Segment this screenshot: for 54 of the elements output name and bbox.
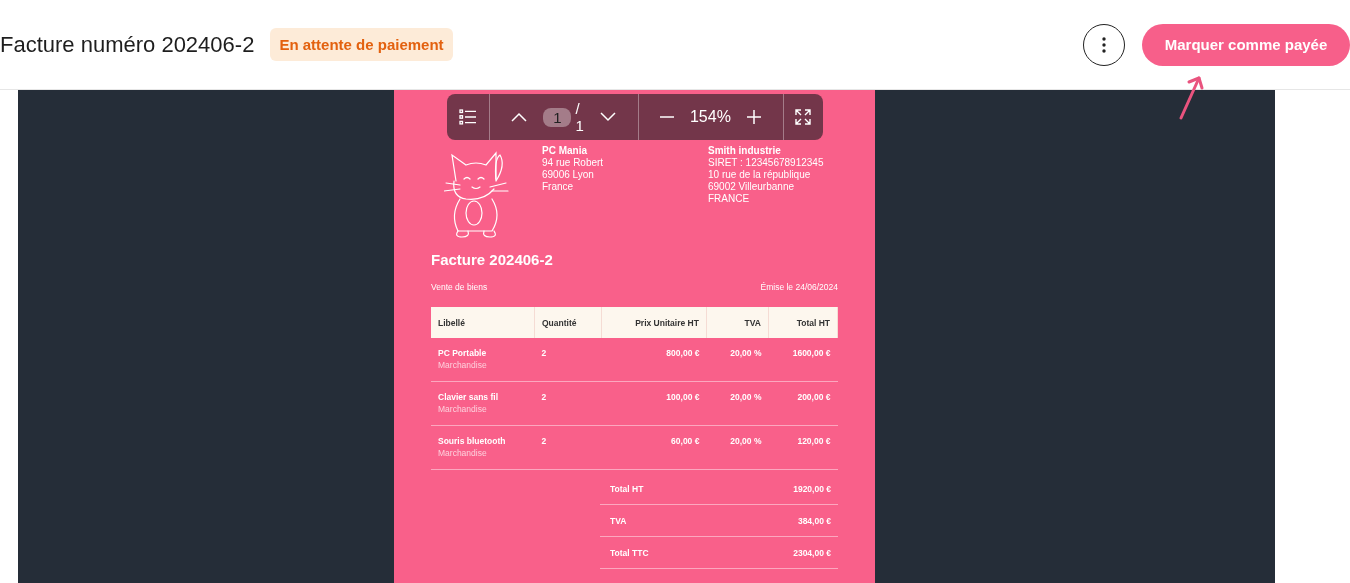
sender-address-line: 69006 Lyon (542, 169, 595, 181)
sender-address-line: 94 rue Robert (542, 157, 605, 169)
table-cell: 20,00 % (730, 348, 762, 358)
recipient-name: Smith industrie (708, 145, 782, 157)
table-cell: 200,00 € (797, 392, 831, 402)
column-header: Prix Unitaire HT (601, 307, 707, 338)
invoice-type: Vente de biens (431, 282, 488, 292)
table-cell: 800,00 € (666, 348, 700, 358)
item-name: Souris bluetooth (438, 436, 507, 446)
item-name: Clavier sans fil (438, 392, 499, 402)
sender-name: PC Mania (542, 145, 588, 157)
total-value: 384,00 € (797, 515, 831, 526)
mark-as-paid-button[interactable]: Marquer comme payée (1142, 23, 1350, 66)
page-total: / 1 (575, 100, 584, 134)
page-title: Facture numéro 202406-2 (0, 31, 255, 58)
table-cell: 1600,00 € (792, 348, 831, 358)
recipient-address-line: 69002 Villeurbanne (708, 181, 795, 193)
total-label: TVA (610, 515, 627, 526)
recipient-address-line: FRANCE (708, 193, 751, 205)
list-icon (459, 109, 477, 125)
recipient-address-line: 10 rue de la république (708, 169, 812, 181)
plus-icon (746, 110, 761, 124)
item-category: Marchandise (438, 448, 488, 458)
total-label: Total HT (610, 483, 644, 494)
total-value: 2304,00 € (793, 547, 831, 558)
column-header: Total HT (768, 307, 838, 338)
table-cell: 120,00 € (797, 436, 831, 446)
table-cell: 20,00 % (730, 392, 762, 402)
chevron-down-icon (599, 112, 616, 122)
table-cell: 20,00 % (730, 436, 762, 446)
recipient-address-line: SIRET : 12345678912345 (708, 157, 825, 169)
table-cell: 2 (541, 392, 547, 402)
table-cell: 2 (541, 436, 547, 446)
more-options-button[interactable] (1083, 23, 1125, 66)
total-label: Total TTC (610, 547, 649, 558)
column-header: Libellé (431, 307, 535, 338)
table-cell: 60,00 € (671, 436, 700, 446)
chevron-up-icon (511, 112, 528, 122)
column-header: TVA (706, 307, 769, 338)
column-header: Quantité (534, 307, 602, 338)
page-number-field[interactable]: 1 (543, 107, 572, 127)
item-name: PC Portable (438, 348, 488, 358)
item-category: Marchandise (438, 360, 488, 370)
item-category: Marchandise (438, 404, 488, 414)
table-cell: 100,00 € (666, 392, 700, 402)
table-cell: 2 (541, 348, 547, 358)
sender-address-line: France (542, 181, 575, 193)
total-value: 1920,00 € (793, 483, 831, 494)
invoice-title: Facture 202406-2 (431, 251, 554, 268)
issue-date: Émise le 24/06/2024 (760, 282, 838, 292)
vertical-dots-icon (1102, 36, 1106, 53)
status-badge: En attente de paiement (270, 28, 453, 61)
zoom-level: 154% (689, 108, 731, 126)
expand-icon (795, 109, 811, 125)
